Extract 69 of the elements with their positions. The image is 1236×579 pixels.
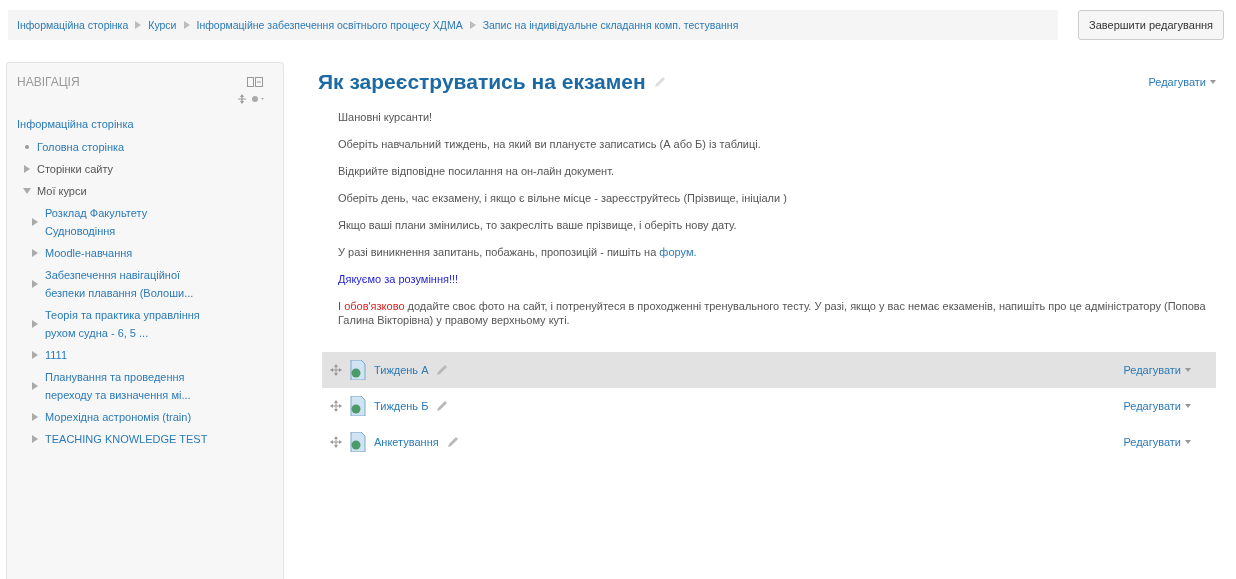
dock-icon[interactable] bbox=[247, 77, 263, 87]
course-link[interactable]: Мореxідна астрономія (train) bbox=[45, 406, 210, 428]
separator-icon bbox=[183, 21, 190, 29]
document-icon bbox=[350, 396, 366, 416]
course-link[interactable]: 1111 bbox=[45, 344, 210, 366]
paragraph: Оберіть день, час екзамену, і якщо є вільне місце - зареєструйтесь (Прізвище, ініціали ) bbox=[338, 191, 788, 205]
pencil-icon[interactable] bbox=[446, 436, 459, 448]
course-link[interactable]: Планування та проведення переходу та визначення мі... bbox=[45, 366, 210, 406]
activity-link[interactable]: Анкетування bbox=[374, 436, 439, 448]
breadcrumb-link[interactable]: Інформаційне забезпечення освітнього процесу ХДМА bbox=[196, 19, 463, 31]
collapsed-arrow-icon[interactable] bbox=[31, 382, 39, 390]
paragraph: І обов'язково додайте своє фото на сайт, і потренуйтеся в проходженні тренувального тесту. У разі, якщо у вас немає екзаменів, напишіть про це адміністратору (Попова Галина Вікторівна) у правому верхньому куті. bbox=[338, 299, 1207, 327]
nav-item[interactable]: Головна сторінка bbox=[37, 136, 125, 158]
collapsed-arrow-icon[interactable] bbox=[31, 413, 39, 421]
course-link[interactable]: Розклад Факультету Судноводіння bbox=[45, 202, 210, 242]
course-link[interactable]: Забезпечення навігаційної безпеки плавання (Волоши... bbox=[45, 264, 210, 304]
caret-icon bbox=[1185, 440, 1191, 444]
collapsed-arrow-icon[interactable] bbox=[31, 320, 39, 328]
paragraph: У разі виникнення запитань, побажань, пропозицій - пишіть на форум. bbox=[338, 245, 698, 259]
edit-menu[interactable]: Редагувати bbox=[1123, 400, 1191, 412]
pencil-icon[interactable] bbox=[436, 400, 449, 412]
finish-editing-button[interactable]: Завершити редагування bbox=[1078, 10, 1224, 40]
document-icon bbox=[350, 360, 366, 380]
course-link[interactable]: TEACHING KNOWLEDGE TEST bbox=[45, 428, 210, 450]
caret-icon bbox=[1185, 404, 1191, 408]
expanded-arrow-icon[interactable] bbox=[23, 187, 31, 195]
paragraph: Дякуємо за розуміння!!! bbox=[338, 272, 460, 286]
collapsed-arrow-icon[interactable] bbox=[23, 165, 31, 173]
breadcrumb-link[interactable]: Запис на індивідуальне складання комп. тестування bbox=[482, 19, 739, 31]
separator-icon bbox=[135, 21, 142, 29]
move-icon[interactable] bbox=[330, 364, 342, 376]
move-icon[interactable] bbox=[330, 400, 342, 412]
paragraph: Шановні курсанти! bbox=[338, 110, 434, 124]
nav-item[interactable]: Мої курси bbox=[37, 180, 87, 202]
edit-menu[interactable]: Редагувати bbox=[1148, 76, 1216, 88]
document-icon bbox=[350, 432, 366, 452]
collapsed-arrow-icon[interactable] bbox=[31, 218, 39, 226]
collapsed-arrow-icon[interactable] bbox=[31, 249, 39, 257]
pencil-icon[interactable] bbox=[436, 364, 449, 376]
activity-row[interactable]: Тиждень А Редагувати bbox=[322, 352, 1216, 388]
paragraph: Оберіть навчальний тиждень, на який ви плануєте записатись (А або Б) із таблиці. bbox=[338, 137, 762, 151]
nav-link[interactable]: Інформаційна сторінка bbox=[17, 118, 275, 130]
move-icon[interactable] bbox=[330, 436, 342, 448]
course-link[interactable]: Moodle-навчання bbox=[45, 242, 210, 264]
edit-menu[interactable]: Редагувати bbox=[1123, 364, 1191, 376]
activity-link[interactable]: Тиждень Б bbox=[374, 400, 429, 412]
edit-menu[interactable]: Редагувати bbox=[1123, 436, 1191, 448]
nav-item[interactable]: Сторінки сайту bbox=[37, 158, 114, 180]
activity-row[interactable]: Тиждень Б Редагувати bbox=[322, 388, 1216, 424]
panel-title: НАВІГАЦІЯ bbox=[17, 75, 80, 89]
gear-icon[interactable] bbox=[251, 94, 265, 104]
collapsed-arrow-icon[interactable] bbox=[31, 435, 39, 443]
paragraph: Якщо ваші плани змінились, то закресліть ваше прізвище, і оберіть нову дату. bbox=[338, 218, 738, 232]
paragraph: Відкрийте відповідне посилання на он-лайн документ. bbox=[338, 164, 616, 178]
move-icon[interactable] bbox=[237, 94, 247, 104]
breadcrumb-link[interactable]: Інформаційна сторінка bbox=[17, 19, 129, 31]
bullet-icon bbox=[25, 145, 29, 149]
separator-icon bbox=[469, 21, 476, 29]
page-title: Як зареєструватись на екзамен bbox=[318, 70, 646, 94]
caret-icon bbox=[1210, 80, 1216, 84]
forum-link[interactable]: форум. bbox=[659, 246, 697, 258]
activity-row[interactable]: Анкетування Редагувати bbox=[322, 424, 1216, 460]
caret-icon bbox=[1185, 368, 1191, 372]
breadcrumb-link[interactable]: Курси bbox=[148, 19, 177, 31]
collapsed-arrow-icon[interactable] bbox=[31, 280, 39, 288]
collapsed-arrow-icon[interactable] bbox=[31, 351, 39, 359]
course-link[interactable]: Теорія та практика управління рухом судна - 6, 5 ... bbox=[45, 304, 210, 344]
activity-link[interactable]: Тиждень А bbox=[374, 364, 429, 376]
pencil-icon[interactable] bbox=[653, 76, 666, 88]
